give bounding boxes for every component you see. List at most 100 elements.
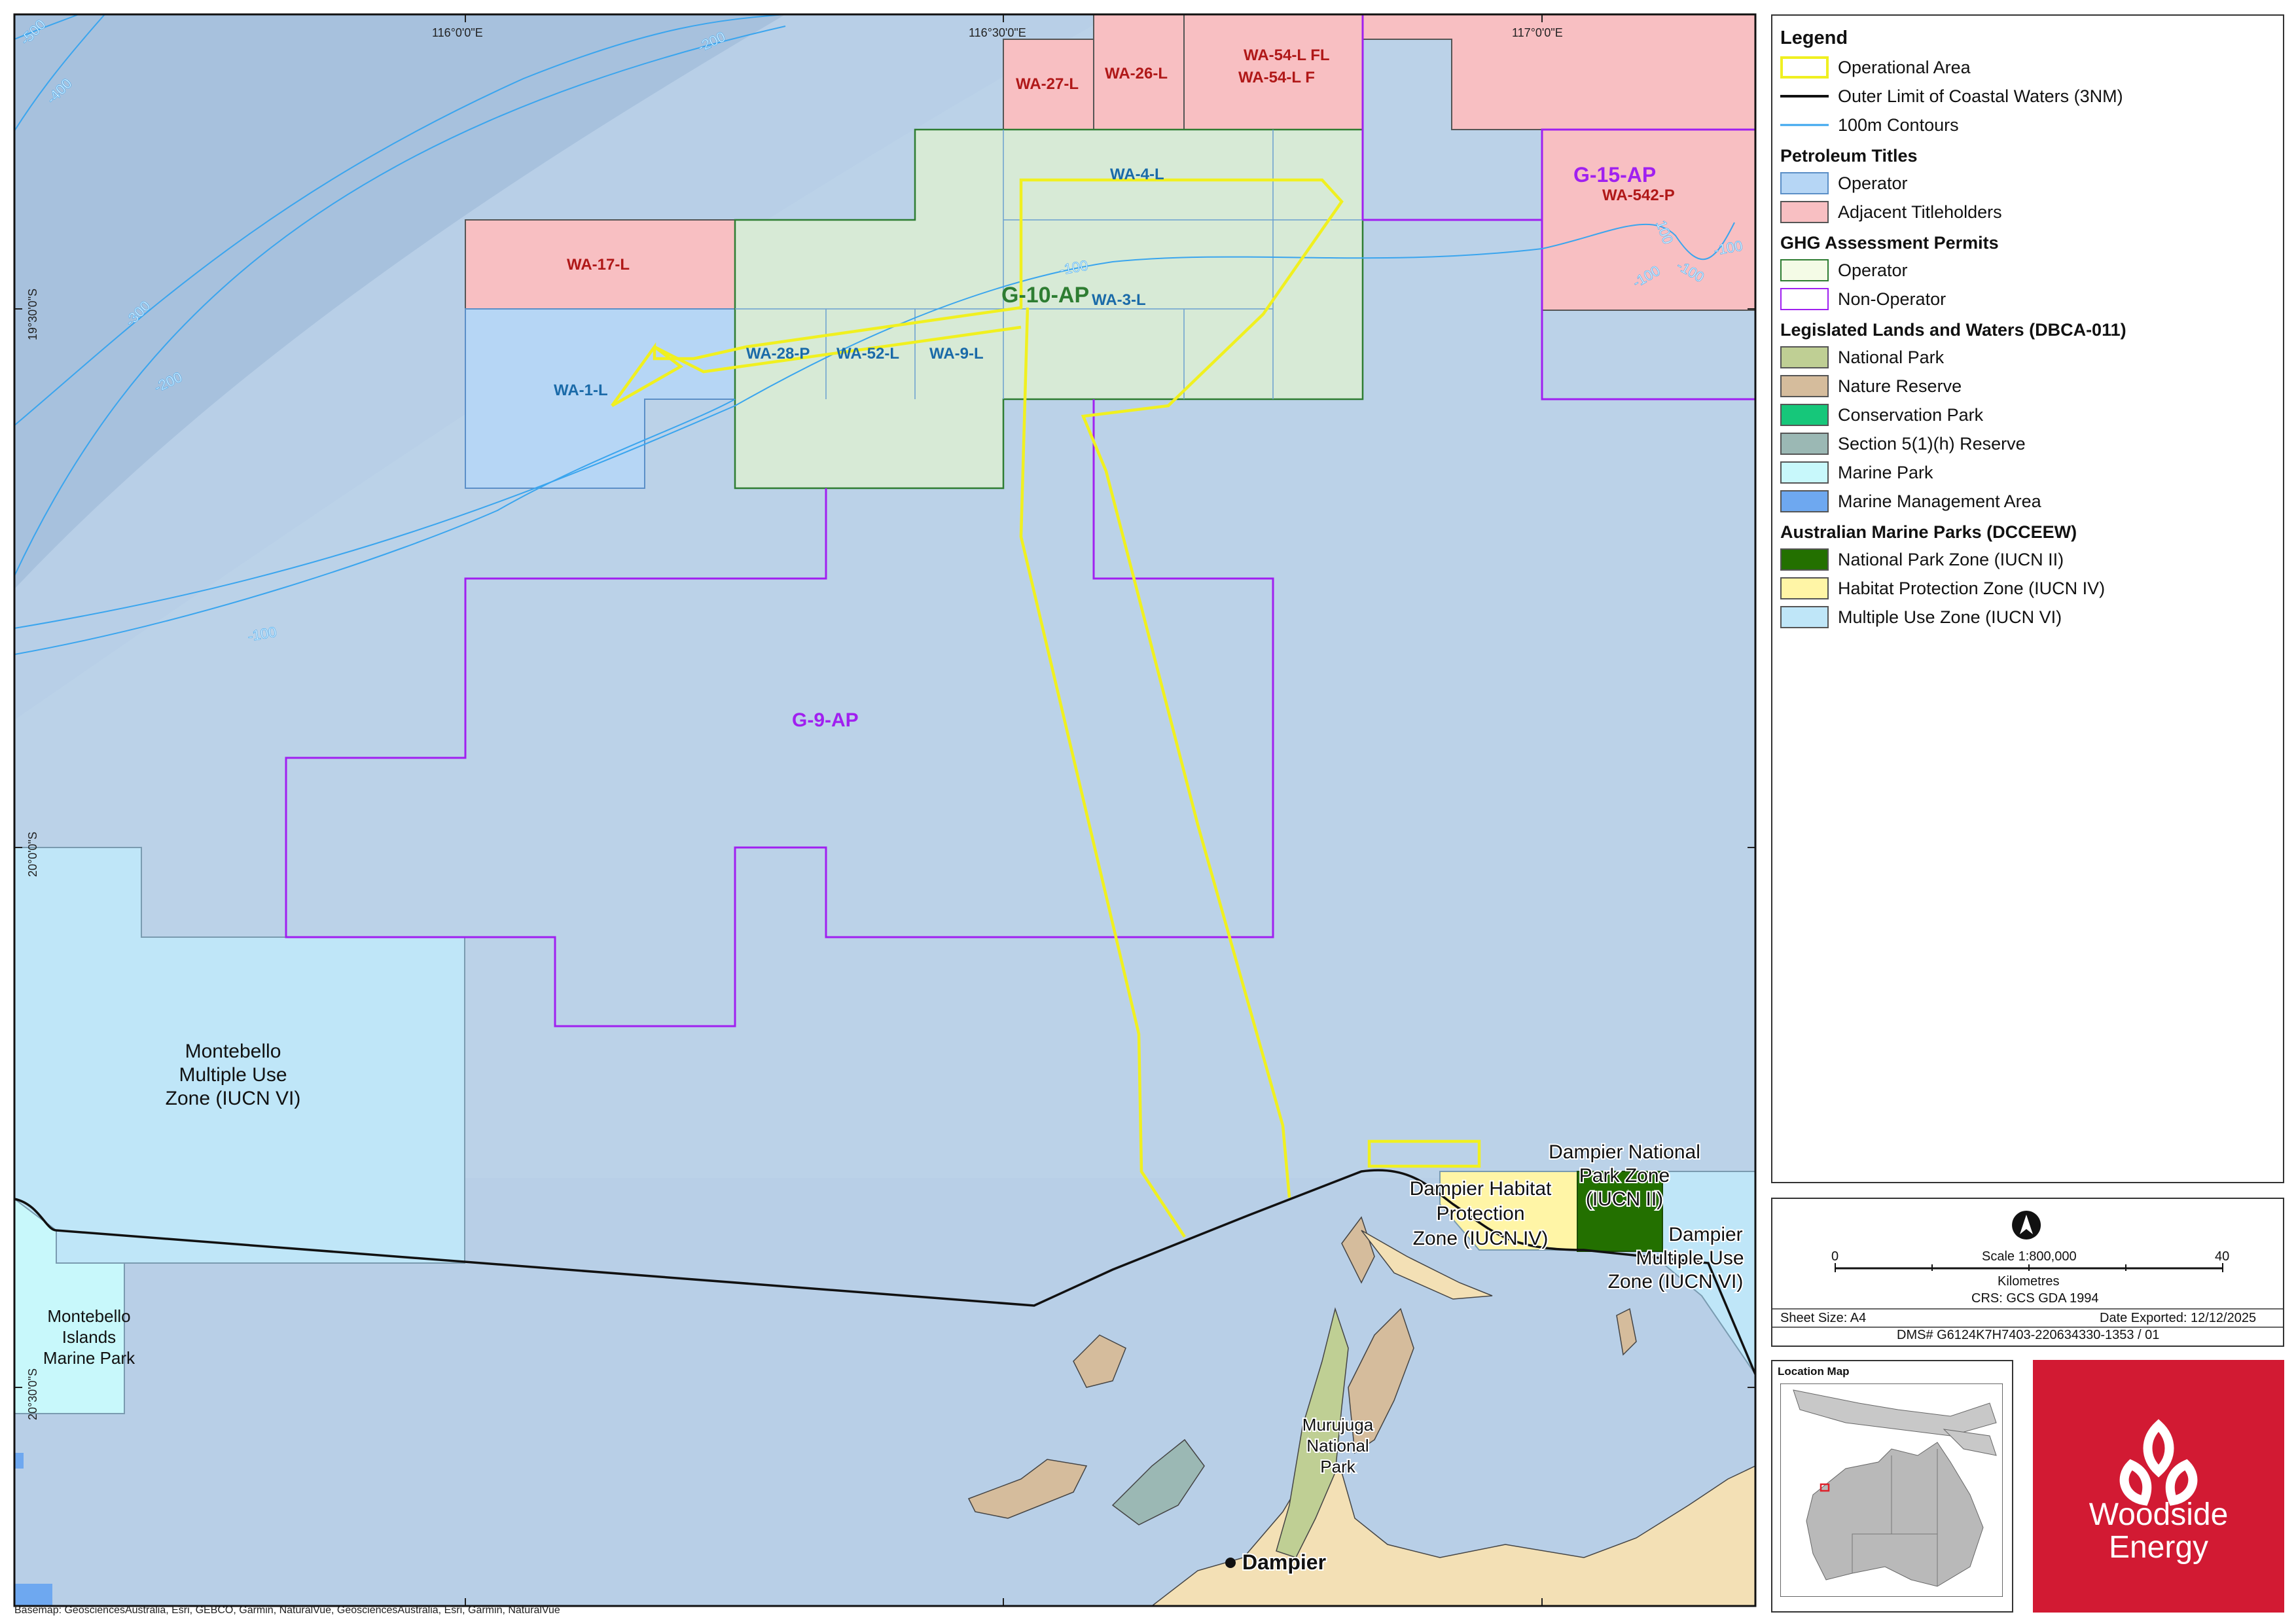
legend-item-general-0: Operational Area — [1780, 53, 2275, 82]
legend-swatch — [1780, 172, 1829, 194]
legend-item-lands-5: Marine Management Area — [1780, 487, 2275, 516]
label-dampier-habitat-1: Dampier Habitat — [1410, 1178, 1552, 1200]
legend-item-label: Outer Limit of Coastal Waters (3NM) — [1838, 86, 2123, 106]
legend-item-petroleum-0: Operator — [1780, 169, 2275, 198]
legend-swatch — [1780, 85, 1829, 107]
legend-item-label: Adjacent Titleholders — [1838, 202, 2002, 222]
location-map-title: Location Map — [1778, 1365, 1850, 1378]
label-montebello-islands-2: Islands — [62, 1327, 116, 1347]
legend-item-label: Nature Reserve — [1838, 376, 1962, 396]
dampier-town-marker — [1225, 1558, 1236, 1568]
label-dampier-mu-2: Multiple Use — [1636, 1247, 1744, 1269]
legend-section-amp: Australian Marine Parks (DCCEEW) — [1780, 522, 2077, 542]
permit-label-g-9-ap: G-9-AP — [792, 709, 859, 731]
legend-item-amp-1: Habitat Protection Zone (IUCN IV) — [1780, 574, 2275, 603]
label-dampier-town: Dampier — [1242, 1550, 1326, 1574]
scale-graphic: 0 Scale 1:800,000 40 Kilometres CRS: GCS… — [1772, 1211, 2283, 1342]
legend-swatch — [1780, 346, 1829, 368]
legend-section-ghg: GHG Assessment Permits — [1780, 233, 1999, 253]
legend-item-ghg-1: Non-Operator — [1780, 285, 2275, 313]
permit-label-g-15-ap: G-15-AP — [1573, 163, 1656, 187]
legend-item-label: Habitat Protection Zone (IUCN IV) — [1838, 578, 2106, 598]
legend-item-label: Conservation Park — [1838, 404, 1984, 425]
legend-section-lands: Legislated Lands and Waters (DBCA-011) — [1780, 320, 2126, 340]
legend-item-lands-2: Conservation Park — [1780, 401, 2275, 429]
marine-management-area — [14, 1453, 24, 1469]
scale-forty: 40 — [2215, 1249, 2229, 1264]
scale-crs: CRS: GCS GDA 1994 — [1971, 1291, 2099, 1306]
legend-item-amp-0: National Park Zone (IUCN II) — [1780, 545, 2275, 574]
legend-item-label: National Park — [1838, 347, 1945, 367]
legend-item-label: Section 5(1)(h) Reserve — [1838, 433, 2026, 454]
scale-units: Kilometres — [1998, 1274, 2059, 1289]
lon-label-116-0: 116°0'0"E — [432, 26, 483, 39]
label-montebello-mu-1: Montebello — [185, 1041, 281, 1062]
legend-item-label: Operator — [1838, 173, 1908, 193]
legend-swatch — [1780, 56, 1829, 79]
scale-panel: 0 Scale 1:800,000 40 Kilometres CRS: GCS… — [1771, 1198, 2284, 1347]
label-dampier-np-1: Dampier National — [1549, 1141, 1700, 1163]
legend-swatch — [1780, 606, 1829, 628]
legend-item-label: Multiple Use Zone (IUCN VI) — [1838, 607, 2062, 627]
label-dampier-np-3: (IUCN II) — [1586, 1188, 1663, 1210]
title-label-wa-26-l: WA-26-L — [1105, 65, 1168, 82]
title-label-wa-54-l-fl: WA-54-L FL — [1244, 46, 1330, 64]
legend-swatch — [1780, 375, 1829, 397]
label-murujuga-2: National — [1306, 1436, 1369, 1455]
legend-swatch — [1780, 288, 1829, 310]
dms-number: DMS# G6124K7H7403-220634330-1353 / 01 — [1897, 1328, 2159, 1342]
legend-item-ghg-0: Operator — [1780, 256, 2275, 285]
legend-item-label: Non-Operator — [1838, 289, 1946, 309]
label-montebello-mu-3: Zone (IUCN VI) — [166, 1088, 301, 1109]
location-map-panel: Location Map — [1771, 1360, 2013, 1613]
title-label-wa-542-p: WA-542-P — [1602, 187, 1675, 204]
legend-swatch — [1780, 577, 1829, 599]
title-label-wa-9-l: WA-9-L — [929, 345, 984, 363]
lat-label-20-0: 20°0'0"S — [26, 832, 39, 877]
legend-item-amp-2: Multiple Use Zone (IUCN VI) — [1780, 603, 2275, 632]
label-dampier-mu-1: Dampier — [1668, 1224, 1742, 1245]
legend-item-general-1: Outer Limit of Coastal Waters (3NM) — [1780, 82, 2275, 111]
logo-line-1: Woodside — [2089, 1497, 2229, 1532]
permit-label-g-10-ap: G-10-AP — [1001, 283, 1089, 308]
label-montebello-islands-3: Marine Park — [43, 1348, 135, 1368]
date-exported: Date Exported: 12/12/2025 — [2100, 1311, 2256, 1325]
legend-swatch — [1780, 433, 1829, 455]
legend-panel: Legend Operational Area Outer Limit of Co… — [1771, 14, 2284, 1183]
legend-item-label: Operator — [1838, 260, 1908, 280]
legend-item-lands-3: Section 5(1)(h) Reserve — [1780, 429, 2275, 458]
title-label-wa-54-l-f: WA-54-L F — [1238, 69, 1315, 86]
title-label-wa-3-l: WA-3-L — [1092, 291, 1146, 309]
location-map-graphic — [1780, 1383, 2003, 1597]
label-montebello-islands-1: Montebello — [47, 1306, 130, 1326]
legend-item-label: 100m Contours — [1838, 115, 1959, 135]
label-dampier-habitat-2: Protection — [1436, 1203, 1524, 1224]
legend-item-label: National Park Zone (IUCN II) — [1838, 549, 2064, 569]
title-label-wa-27-l: WA-27-L — [1016, 75, 1079, 93]
legend-item-petroleum-1: Adjacent Titleholders — [1780, 198, 2275, 226]
legend-item-lands-4: Marine Park — [1780, 458, 2275, 487]
legend-swatch — [1780, 548, 1829, 571]
legend-item-general-2: 100m Contours — [1780, 111, 2275, 139]
lon-label-116-30: 116°30'0"E — [969, 26, 1026, 39]
legend-title: Legend — [1780, 27, 1848, 48]
lat-label-19-30: 19°30'0"S — [26, 289, 39, 340]
legend-item-label: Marine Park — [1838, 462, 1933, 482]
marine-management-area-2 — [14, 1584, 52, 1606]
legend-item-lands-1: Nature Reserve — [1780, 372, 2275, 401]
label-murujuga-3: Park — [1320, 1457, 1355, 1476]
label-montebello-mu-2: Multiple Use — [179, 1064, 287, 1086]
woodside-energy-logo: Woodside Energy — [2033, 1360, 2284, 1613]
legend-section-petroleum: Petroleum Titles — [1780, 146, 1918, 166]
legend-swatch — [1780, 461, 1829, 484]
title-label-wa-1-l: WA-1-L — [554, 382, 608, 399]
label-dampier-habitat-3: Zone (IUCN IV) — [1413, 1228, 1549, 1249]
legend-swatch — [1780, 490, 1829, 512]
title-label-wa-17-l: WA-17-L — [567, 256, 630, 274]
lat-label-20-30: 20°30'0"S — [26, 1368, 39, 1420]
legend-item-label: Operational Area — [1838, 57, 1971, 77]
scale-zero: 0 — [1831, 1249, 1839, 1264]
lon-label-117-0: 117°0'0"E — [1512, 26, 1563, 39]
legend-item-label: Marine Management Area — [1838, 491, 2041, 511]
title-label-wa-28-p: WA-28-P — [746, 345, 810, 363]
